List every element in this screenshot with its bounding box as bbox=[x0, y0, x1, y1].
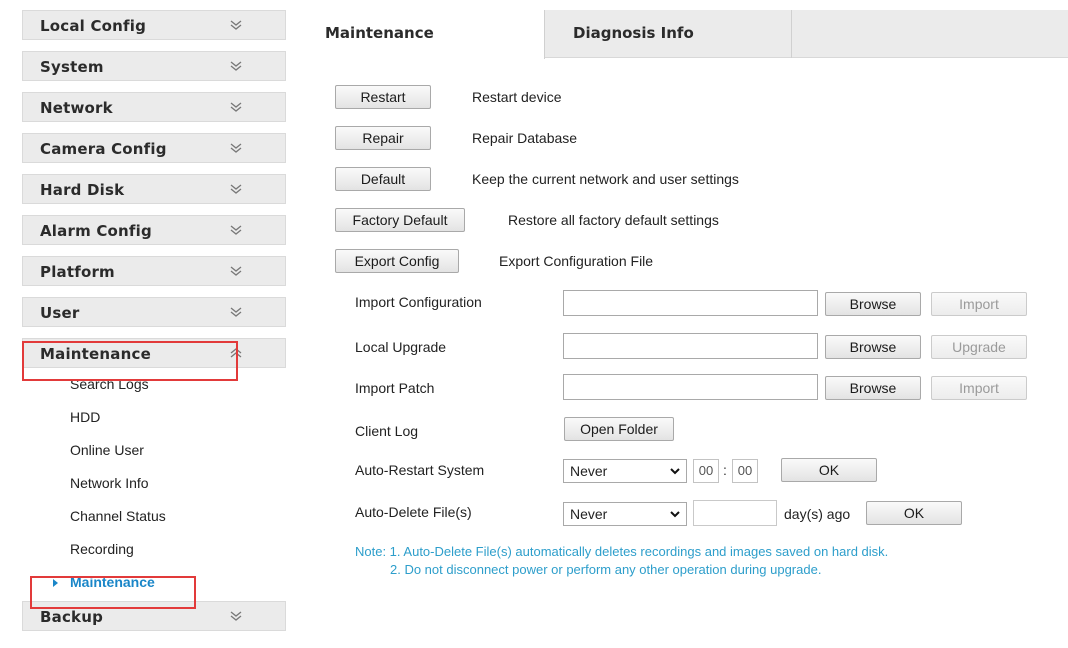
note-line-2: 2. Do not disconnect power or perform an… bbox=[390, 562, 822, 577]
open-folder-button[interactable]: Open Folder bbox=[564, 417, 674, 441]
menu-label: System bbox=[40, 58, 104, 76]
import-config-path-input[interactable] bbox=[563, 290, 818, 316]
local-upgrade-path-input[interactable] bbox=[563, 333, 818, 359]
restart-description: Restart device bbox=[472, 89, 562, 105]
menu-user[interactable]: User bbox=[22, 297, 286, 327]
import-patch-browse-button[interactable]: Browse bbox=[825, 376, 921, 400]
chevron-up-icon bbox=[230, 348, 242, 358]
tab-label: Maintenance bbox=[325, 24, 434, 42]
chevron-down-icon bbox=[230, 266, 242, 276]
submenu-label: Online User bbox=[70, 442, 144, 458]
menu-local-config[interactable]: Local Config bbox=[22, 10, 286, 40]
menu-label: User bbox=[40, 304, 80, 322]
local-upgrade-upgrade-button[interactable]: Upgrade bbox=[931, 335, 1027, 359]
chevron-down-icon bbox=[230, 102, 242, 112]
default-button[interactable]: Default bbox=[335, 167, 431, 191]
sidebar: Local Config System Network Camera Confi… bbox=[22, 10, 286, 648]
auto-restart-ok-button[interactable]: OK bbox=[781, 458, 877, 482]
menu-system[interactable]: System bbox=[22, 51, 286, 81]
auto-restart-minute-input[interactable]: 00 bbox=[732, 459, 758, 483]
menu-label: Camera Config bbox=[40, 140, 167, 158]
tab-maintenance[interactable]: Maintenance bbox=[297, 10, 545, 59]
repair-button[interactable]: Repair bbox=[335, 126, 431, 150]
auto-restart-label: Auto-Restart System bbox=[355, 462, 485, 478]
repair-description: Repair Database bbox=[472, 130, 578, 146]
menu-label: Network bbox=[40, 99, 113, 117]
chevron-down-icon bbox=[670, 511, 680, 518]
import-patch-path-input[interactable] bbox=[563, 374, 818, 400]
auto-delete-days-input[interactable] bbox=[693, 500, 777, 526]
submenu-label: Search Logs bbox=[70, 376, 149, 392]
caret-right-icon bbox=[53, 579, 58, 587]
auto-delete-ok-button[interactable]: OK bbox=[866, 501, 962, 525]
menu-platform[interactable]: Platform bbox=[22, 256, 286, 286]
select-value: Never bbox=[570, 506, 608, 522]
submenu-hdd[interactable]: HDD bbox=[22, 403, 286, 436]
export-config-description: Export Configuration File bbox=[499, 253, 654, 269]
client-log-label: Client Log bbox=[355, 423, 419, 439]
chevron-down-icon bbox=[230, 611, 242, 621]
time-separator: : bbox=[723, 462, 727, 478]
submenu-search-logs[interactable]: Search Logs bbox=[22, 370, 286, 403]
chevron-down-icon bbox=[670, 468, 680, 475]
select-value: Never bbox=[570, 463, 608, 479]
auto-restart-hour-input[interactable]: 00 bbox=[693, 459, 719, 483]
submenu-label: Channel Status bbox=[70, 508, 166, 524]
menu-alarm-config[interactable]: Alarm Config bbox=[22, 215, 286, 245]
menu-label: Alarm Config bbox=[40, 222, 152, 240]
auto-restart-select[interactable]: Never bbox=[563, 459, 687, 483]
menu-label: Platform bbox=[40, 263, 115, 281]
menu-label: Local Config bbox=[40, 17, 147, 35]
tab-bar: Maintenance Diagnosis Info bbox=[297, 10, 1068, 59]
chevron-down-icon bbox=[230, 225, 242, 235]
export-config-button[interactable]: Export Config bbox=[335, 249, 459, 273]
menu-maintenance[interactable]: Maintenance bbox=[22, 338, 286, 368]
menu-hard-disk[interactable]: Hard Disk bbox=[22, 174, 286, 204]
submenu-label: Network Info bbox=[70, 475, 149, 491]
menu-label: Backup bbox=[40, 608, 104, 626]
main-panel: Maintenance Diagnosis Info Restart Resta… bbox=[297, 10, 1068, 648]
menu-label: Hard Disk bbox=[40, 181, 125, 199]
local-upgrade-browse-button[interactable]: Browse bbox=[825, 335, 921, 359]
submenu-maintenance[interactable]: Maintenance bbox=[22, 568, 286, 601]
restart-button[interactable]: Restart bbox=[335, 85, 431, 109]
auto-delete-select[interactable]: Never bbox=[563, 502, 687, 526]
auto-delete-label: Auto-Delete File(s) bbox=[355, 504, 472, 520]
tab-diagnosis-info[interactable]: Diagnosis Info bbox=[545, 10, 792, 58]
chevron-down-icon bbox=[230, 61, 242, 71]
submenu-channel-status[interactable]: Channel Status bbox=[22, 502, 286, 535]
import-patch-import-button[interactable]: Import bbox=[931, 376, 1027, 400]
menu-network[interactable]: Network bbox=[22, 92, 286, 122]
maintenance-submenu: Search Logs HDD Online User Network Info… bbox=[22, 368, 286, 601]
factory-default-button[interactable]: Factory Default bbox=[335, 208, 465, 232]
chevron-down-icon bbox=[230, 143, 242, 153]
import-patch-label: Import Patch bbox=[355, 380, 435, 396]
chevron-down-icon bbox=[230, 307, 242, 317]
menu-label: Maintenance bbox=[40, 345, 151, 363]
submenu-label: HDD bbox=[70, 409, 101, 425]
local-upgrade-label: Local Upgrade bbox=[355, 339, 447, 355]
menu-backup[interactable]: Backup bbox=[22, 601, 286, 631]
chevron-down-icon bbox=[230, 184, 242, 194]
note-line-1: Note: 1. Auto-Delete File(s) automatical… bbox=[355, 544, 889, 559]
chevron-down-icon bbox=[230, 20, 242, 30]
default-description: Keep the current network and user settin… bbox=[472, 171, 739, 187]
submenu-network-info[interactable]: Network Info bbox=[22, 469, 286, 502]
submenu-label: Maintenance bbox=[70, 574, 155, 590]
import-config-import-button[interactable]: Import bbox=[931, 292, 1027, 316]
factory-default-description: Restore all factory default settings bbox=[508, 212, 719, 228]
tab-label: Diagnosis Info bbox=[573, 24, 694, 42]
submenu-online-user[interactable]: Online User bbox=[22, 436, 286, 469]
auto-delete-suffix: day(s) ago bbox=[784, 506, 851, 522]
submenu-recording[interactable]: Recording bbox=[22, 535, 286, 568]
submenu-label: Recording bbox=[70, 541, 134, 557]
import-config-label: Import Configuration bbox=[355, 294, 482, 310]
menu-camera-config[interactable]: Camera Config bbox=[22, 133, 286, 163]
import-config-browse-button[interactable]: Browse bbox=[825, 292, 921, 316]
